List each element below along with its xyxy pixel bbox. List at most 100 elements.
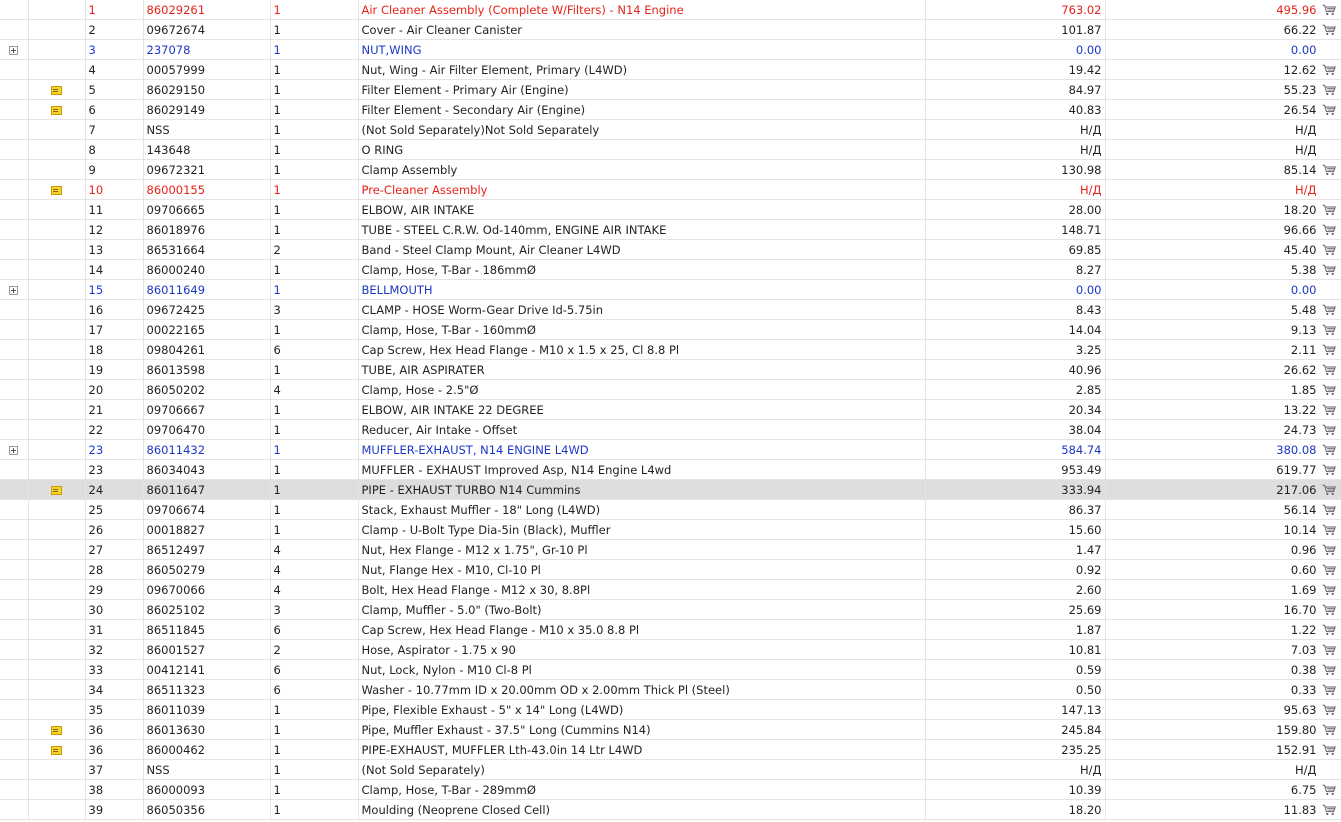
part-description[interactable]: MUFFLER - EXHAUST Improved Asp, N14 Engi… [358, 459, 926, 480]
part-number[interactable]: 86050279 [143, 559, 271, 580]
part-number[interactable]: 86034043 [143, 459, 271, 480]
part-number[interactable]: 86029149 [143, 99, 271, 120]
shopping-cart-icon[interactable] [1322, 644, 1336, 656]
part-number[interactable]: 237078 [143, 39, 271, 60]
table-row[interactable]: 33 00412141 6 Nut, Lock, Nylon - M10 Cl-… [0, 659, 1341, 680]
table-row[interactable]: 24 86011647 1 PIPE - EXHAUST TURBO N14 C… [0, 479, 1341, 500]
part-description[interactable]: (Not Sold Separately) [358, 759, 926, 780]
part-description[interactable]: Cap Screw, Hex Head Flange - M10 x 1.5 x… [358, 339, 926, 360]
table-row[interactable]: 5 86029150 1 Filter Element - Primary Ai… [0, 79, 1341, 100]
table-row[interactable]: 36 86000462 1 PIPE-EXHAUST, MUFFLER Lth-… [0, 739, 1341, 760]
note-icon[interactable] [51, 185, 62, 195]
shopping-cart-icon[interactable] [1322, 164, 1336, 176]
part-description[interactable]: CLAMP - HOSE Worm-Gear Drive Id-5.75in [358, 299, 926, 320]
table-row[interactable]: 1 86029261 1 Air Cleaner Assembly (Compl… [0, 0, 1341, 20]
part-number[interactable]: 09672425 [143, 299, 271, 320]
shopping-cart-icon[interactable] [1322, 524, 1336, 536]
part-number[interactable]: 09706674 [143, 499, 271, 520]
table-row[interactable]: 19 86013598 1 TUBE, AIR ASPIRATER 40.96 … [0, 359, 1341, 380]
part-description[interactable]: BELLMOUTH [358, 279, 926, 300]
table-row[interactable]: 16 09672425 3 CLAMP - HOSE Worm-Gear Dri… [0, 299, 1341, 320]
shopping-cart-icon[interactable] [1322, 364, 1336, 376]
shopping-cart-icon[interactable] [1322, 404, 1336, 416]
shopping-cart-icon[interactable] [1322, 244, 1336, 256]
shopping-cart-icon[interactable] [1322, 804, 1336, 816]
shopping-cart-icon[interactable] [1322, 64, 1336, 76]
table-row[interactable]: 18 09804261 6 Cap Screw, Hex Head Flange… [0, 339, 1341, 360]
part-description[interactable]: (Not Sold Separately)Not Sold Separately [358, 119, 926, 140]
part-description[interactable]: ELBOW, AIR INTAKE 22 DEGREE [358, 399, 926, 420]
part-description[interactable]: Filter Element - Primary Air (Engine) [358, 79, 926, 100]
shopping-cart-icon[interactable] [1322, 484, 1336, 496]
table-row[interactable]: 38 86000093 1 Clamp, Hose, T-Bar - 289mm… [0, 779, 1341, 800]
table-row[interactable]: 28 86050279 4 Nut, Flange Hex - M10, Cl-… [0, 559, 1341, 580]
shopping-cart-icon[interactable] [1322, 4, 1336, 16]
table-row[interactable]: 11 09706665 1 ELBOW, AIR INTAKE 28.00 18… [0, 199, 1341, 220]
part-description[interactable]: Clamp Assembly [358, 159, 926, 180]
table-row[interactable]: 32 86001527 2 Hose, Aspirator - 1.75 x 9… [0, 639, 1341, 660]
part-number[interactable]: 86000155 [143, 179, 271, 200]
part-description[interactable]: Bolt, Hex Head Flange - M12 x 30, 8.8Pl [358, 579, 926, 600]
part-description[interactable]: Clamp, Hose, T-Bar - 160mmØ [358, 319, 926, 340]
part-number[interactable]: 86000093 [143, 779, 271, 800]
table-row[interactable]: 21 09706667 1 ELBOW, AIR INTAKE 22 DEGRE… [0, 399, 1341, 420]
note-icon[interactable] [51, 725, 62, 735]
part-description[interactable]: Band - Steel Clamp Mount, Air Cleaner L4… [358, 239, 926, 260]
part-number[interactable]: 86011432 [143, 439, 271, 460]
part-number[interactable]: 86011647 [143, 479, 271, 500]
part-number[interactable]: 09670066 [143, 579, 271, 600]
part-description[interactable]: PIPE-EXHAUST, MUFFLER Lth-43.0in 14 Ltr … [358, 739, 926, 760]
shopping-cart-icon[interactable] [1322, 704, 1336, 716]
part-number[interactable]: 86013630 [143, 719, 271, 740]
plus-box-icon[interactable] [9, 285, 19, 295]
table-row[interactable]: 6 86029149 1 Filter Element - Secondary … [0, 99, 1341, 120]
part-number[interactable]: 09804261 [143, 339, 271, 360]
shopping-cart-icon[interactable] [1322, 604, 1336, 616]
part-description[interactable]: Washer - 10.77mm ID x 20.00mm OD x 2.00m… [358, 679, 926, 700]
part-description[interactable]: NUT,WING [358, 39, 926, 60]
part-number[interactable]: 86018976 [143, 219, 271, 240]
part-number[interactable]: 09706667 [143, 399, 271, 420]
table-row[interactable]: 23 86011432 1 MUFFLER-EXHAUST, N14 ENGIN… [0, 439, 1341, 460]
part-number[interactable]: NSS [143, 759, 271, 780]
part-description[interactable]: ELBOW, AIR INTAKE [358, 199, 926, 220]
shopping-cart-icon[interactable] [1322, 304, 1336, 316]
part-description[interactable]: Air Cleaner Assembly (Complete W/Filters… [358, 0, 926, 20]
table-row[interactable]: 25 09706674 1 Stack, Exhaust Muffler - 1… [0, 499, 1341, 520]
table-row[interactable]: 3 237078 1 NUT,WING 0.00 0.00 [0, 39, 1341, 60]
shopping-cart-icon[interactable] [1322, 24, 1336, 36]
shopping-cart-icon[interactable] [1322, 224, 1336, 236]
table-row[interactable]: 9 09672321 1 Clamp Assembly 130.98 85.14 [0, 159, 1341, 180]
plus-box-icon[interactable] [9, 45, 19, 55]
part-description[interactable]: Reducer, Air Intake - Offset [358, 419, 926, 440]
shopping-cart-icon[interactable] [1322, 684, 1336, 696]
table-row[interactable]: 7 NSS 1 (Not Sold Separately)Not Sold Se… [0, 119, 1341, 140]
part-description[interactable]: Clamp - U-Bolt Type Dia-5in (Black), Muf… [358, 519, 926, 540]
part-number[interactable]: 86011039 [143, 699, 271, 720]
part-description[interactable]: MUFFLER-EXHAUST, N14 ENGINE L4WD [358, 439, 926, 460]
shopping-cart-icon[interactable] [1322, 784, 1336, 796]
table-row[interactable]: 2 09672674 1 Cover - Air Cleaner Caniste… [0, 19, 1341, 40]
part-number[interactable]: 86050356 [143, 799, 271, 820]
part-description[interactable]: Nut, Wing - Air Filter Element, Primary … [358, 59, 926, 80]
part-number[interactable]: 86000240 [143, 259, 271, 280]
part-number[interactable]: 86001527 [143, 639, 271, 660]
shopping-cart-icon[interactable] [1322, 564, 1336, 576]
part-description[interactable]: Nut, Lock, Nylon - M10 Cl-8 Pl [358, 659, 926, 680]
part-number[interactable]: 86025102 [143, 599, 271, 620]
part-description[interactable]: O RING [358, 139, 926, 160]
table-row[interactable]: 26 00018827 1 Clamp - U-Bolt Type Dia-5i… [0, 519, 1341, 540]
part-number[interactable]: 00018827 [143, 519, 271, 540]
table-row[interactable]: 22 09706470 1 Reducer, Air Intake - Offs… [0, 419, 1341, 440]
shopping-cart-icon[interactable] [1322, 464, 1336, 476]
table-row[interactable]: 37 NSS 1 (Not Sold Separately) Н/Д Н/Д [0, 759, 1341, 780]
shopping-cart-icon[interactable] [1322, 344, 1336, 356]
part-description[interactable]: TUBE, AIR ASPIRATER [358, 359, 926, 380]
part-description[interactable]: Pre-Cleaner Assembly [358, 179, 926, 200]
table-row[interactable]: 27 86512497 4 Nut, Hex Flange - M12 x 1.… [0, 539, 1341, 560]
part-description[interactable]: Clamp, Hose, T-Bar - 186mmØ [358, 259, 926, 280]
table-row[interactable]: 35 86011039 1 Pipe, Flexible Exhaust - 5… [0, 699, 1341, 720]
note-icon[interactable] [51, 105, 62, 115]
note-icon[interactable] [51, 745, 62, 755]
part-description[interactable]: Clamp, Muffler - 5.0" (Two-Bolt) [358, 599, 926, 620]
